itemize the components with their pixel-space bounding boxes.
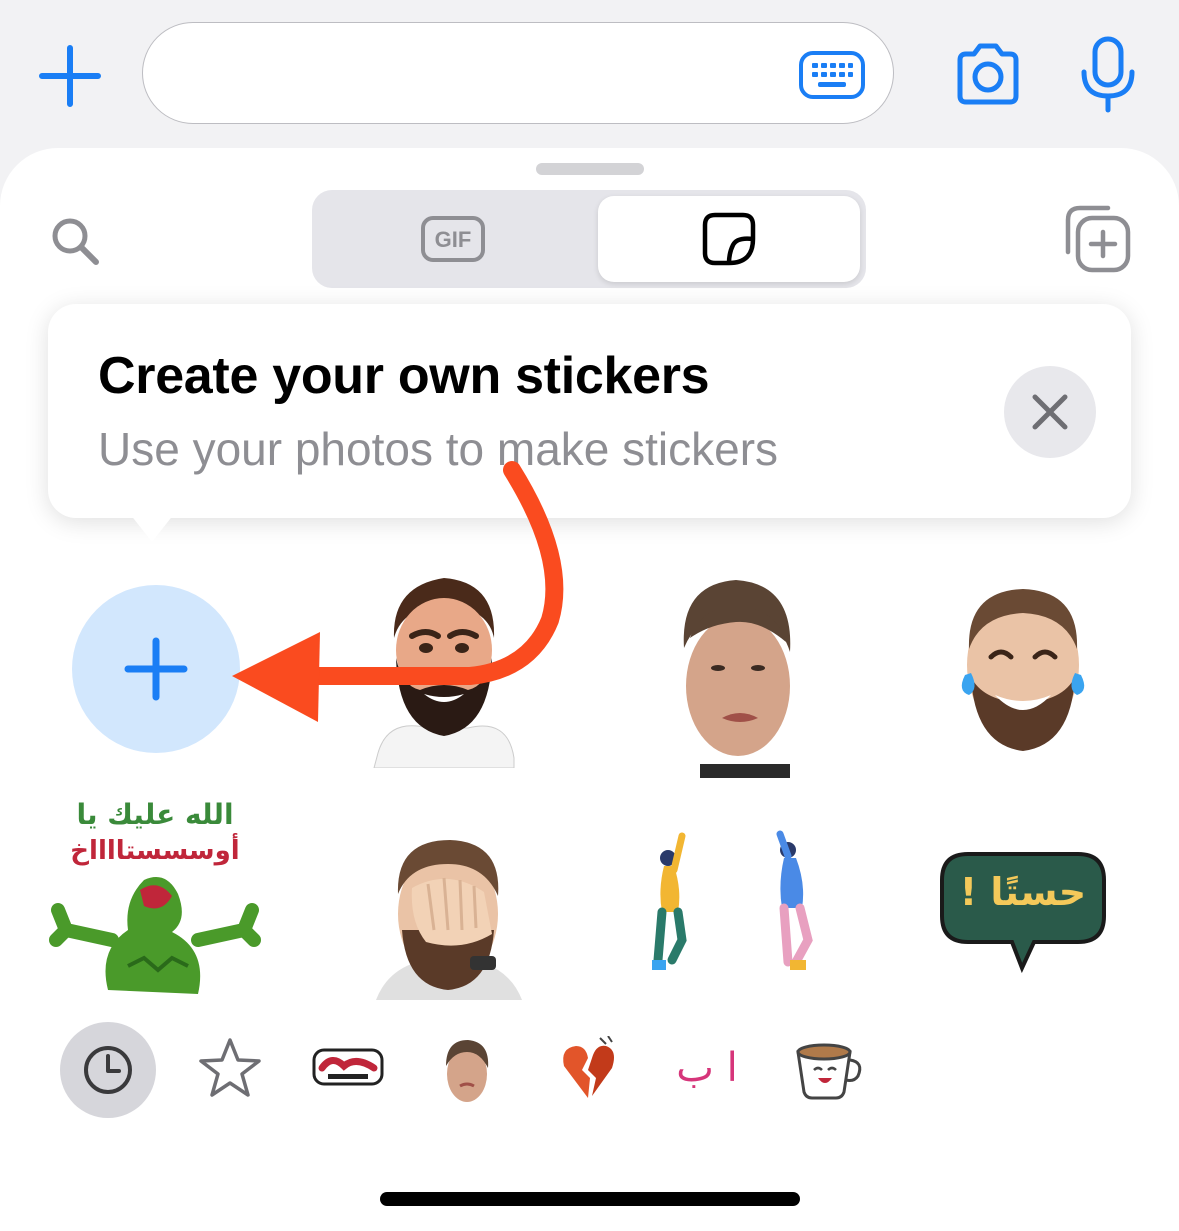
sticker-icon <box>702 212 756 266</box>
kermit-figure <box>49 877 261 994</box>
tip-pointer <box>130 514 174 542</box>
tip-popover <box>48 304 1131 518</box>
tab-gif[interactable]: GIF <box>320 196 586 282</box>
speech-bubble-text: حستًا ! <box>959 870 1087 914</box>
category-pack-broken-heart[interactable] <box>560 1036 616 1102</box>
category-recent[interactable] <box>60 1022 156 1118</box>
kermit-text-line1: الله عليك يا <box>76 798 234 831</box>
sticker-bearded-man[interactable] <box>368 568 520 768</box>
tip-title: Create your own stickers <box>98 347 710 405</box>
category-pack-text-sticker[interactable] <box>312 1044 384 1090</box>
add-sticker-pack-button[interactable] <box>1058 202 1132 274</box>
sticker-memoji-laughing[interactable] <box>955 585 1091 755</box>
home-indicator[interactable] <box>380 1192 800 1206</box>
camera-icon <box>957 43 1019 105</box>
microphone-icon <box>1081 36 1135 113</box>
keyboard-icon <box>799 51 865 99</box>
camera-button[interactable] <box>952 40 1024 108</box>
gif-icon: GIF <box>421 216 485 262</box>
category-pack-arabic-letters[interactable]: ا ب <box>672 1038 742 1098</box>
clock-icon <box>84 1046 132 1094</box>
search-button[interactable] <box>48 214 102 268</box>
add-attachment-button[interactable] <box>36 42 104 110</box>
keyboard-toggle-button[interactable] <box>798 50 866 100</box>
kermit-text-line2: أوسسستااااخ <box>70 836 240 866</box>
plus-icon <box>39 45 101 107</box>
drawer-grabber[interactable] <box>536 163 644 175</box>
sticker-dancing-people[interactable] <box>638 830 838 980</box>
search-icon <box>52 218 99 265</box>
sticker-speech-bubble[interactable]: حستًا ! <box>938 850 1108 974</box>
sticker-boy-face[interactable] <box>660 568 808 778</box>
star-icon <box>199 1038 261 1097</box>
close-icon <box>1032 394 1068 430</box>
sticker-kermit-arabic[interactable]: الله عليك يا أوسسستااااخ <box>48 796 262 998</box>
category-pack-boy[interactable] <box>440 1036 494 1106</box>
category-pack-coffee-cup[interactable] <box>792 1038 866 1102</box>
microphone-button[interactable] <box>1076 36 1140 114</box>
close-tip-button[interactable] <box>1004 366 1096 458</box>
create-sticker-button[interactable] <box>72 585 240 753</box>
tip-subtitle: Use your photos to make stickers <box>98 423 779 475</box>
plus-icon <box>124 637 188 701</box>
sticker-memoji-facepalm[interactable] <box>372 838 526 1000</box>
add-sticker-pack-icon <box>1065 205 1131 273</box>
gif-label: GIF <box>435 227 472 252</box>
tab-stickers[interactable] <box>598 196 860 282</box>
message-input[interactable] <box>142 22 894 124</box>
category-favorites[interactable] <box>198 1036 262 1100</box>
